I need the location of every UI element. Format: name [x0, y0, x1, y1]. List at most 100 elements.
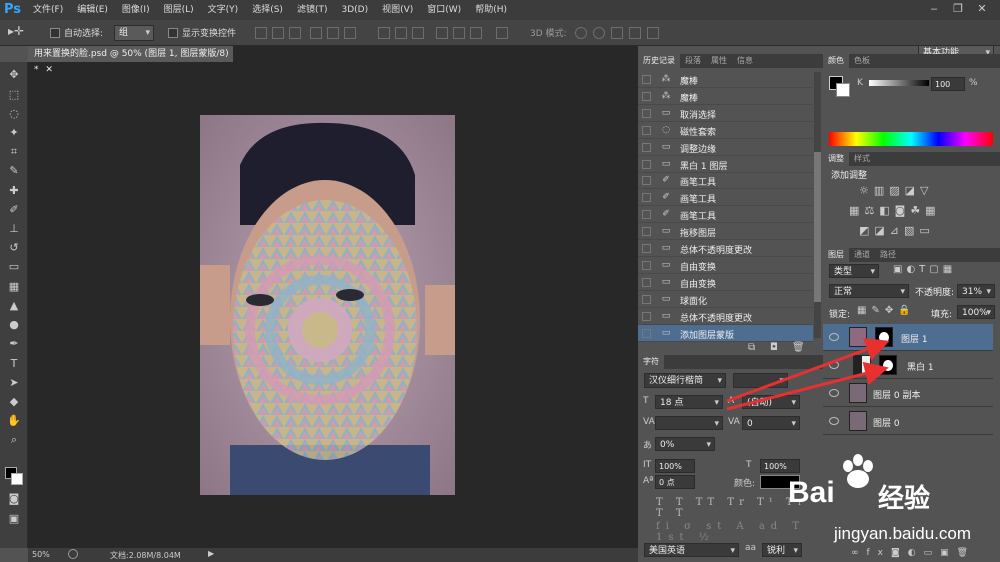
history-item[interactable]: ▭ 取消选择: [638, 105, 813, 122]
type-tool-icon[interactable]: T: [6, 357, 22, 371]
history-checkbox[interactable]: [642, 260, 651, 270]
fill-field[interactable]: 100%: [957, 305, 995, 320]
history-checkbox[interactable]: [642, 227, 651, 237]
zoom-tool-icon[interactable]: ⌕: [6, 433, 22, 447]
history-checkbox[interactable]: [642, 244, 651, 253]
history-item[interactable]: ⁂ 魔棒: [638, 71, 813, 88]
zoom-level[interactable]: 50%: [32, 550, 50, 559]
eyedropper-tool-icon[interactable]: ✎: [6, 164, 22, 178]
align-left-icon[interactable]: [310, 27, 322, 39]
tab-adjustments[interactable]: 调整: [823, 152, 849, 166]
history-item[interactable]: ▭ 总体不透明度更改: [638, 308, 813, 325]
move-tool-icon[interactable]: ✥: [6, 68, 22, 82]
history-item[interactable]: ✐ 画笔工具: [638, 189, 813, 207]
history-item[interactable]: ▭ 球面化: [638, 291, 813, 308]
history-checkbox[interactable]: [642, 176, 651, 186]
distribute-top-icon[interactable]: [378, 27, 390, 39]
visibility-eye-icon[interactable]: [829, 361, 839, 369]
blend-mode-dropdown[interactable]: 正常: [829, 284, 909, 299]
blur-tool-icon[interactable]: ▲: [6, 299, 22, 313]
kerning-field[interactable]: [655, 416, 723, 431]
layer-filter-dropdown[interactable]: 类型: [829, 264, 879, 279]
status-menu-icon[interactable]: ▶: [208, 549, 214, 558]
path-select-tool-icon[interactable]: ➤: [6, 376, 22, 390]
history-checkbox[interactable]: [642, 108, 651, 118]
history-checkbox[interactable]: [642, 142, 651, 152]
align-bottom-icon[interactable]: [289, 27, 301, 39]
leading-field[interactable]: (自动): [742, 395, 800, 410]
history-checkbox[interactable]: [642, 193, 651, 203]
history-item[interactable]: ◌ 磁性套索: [638, 122, 813, 139]
align-top-icon[interactable]: [255, 27, 267, 39]
tab-paragraph[interactable]: 段落: [680, 54, 706, 68]
font-family-dropdown[interactable]: 汉仪细行楷简: [644, 373, 726, 388]
layer-row[interactable]: 图层 0: [823, 408, 993, 435]
adjust-icons-row2[interactable]: ▦⚖◧◙☘▦: [849, 204, 941, 217]
history-checkbox[interactable]: [642, 328, 651, 338]
pen-tool-icon[interactable]: ✒: [6, 337, 22, 351]
history-checkbox[interactable]: [642, 91, 651, 101]
visibility-eye-icon[interactable]: [829, 417, 839, 425]
menu-help[interactable]: 帮助(H): [468, 0, 514, 20]
menu-3d[interactable]: 3D(D): [334, 0, 375, 20]
history-item[interactable]: ✐ 画笔工具: [638, 172, 813, 190]
screen-mode-icon[interactable]: ▣: [6, 512, 22, 526]
history-item[interactable]: ✐ 画笔工具: [638, 206, 813, 224]
tab-properties[interactable]: 属性: [706, 54, 732, 68]
color-bg-swatch[interactable]: [836, 83, 850, 97]
layer-row[interactable]: 图层 0 副本: [823, 380, 993, 407]
menu-window[interactable]: 窗口(W): [420, 0, 468, 20]
tracking-field[interactable]: 0: [742, 416, 800, 431]
layer-mask-thumbnail[interactable]: [879, 355, 897, 375]
menu-layer[interactable]: 图层(L): [157, 0, 201, 20]
show-transform-checkbox[interactable]: [168, 28, 178, 38]
tab-paths[interactable]: 路径: [875, 248, 901, 262]
eraser-tool-icon[interactable]: ▭: [6, 260, 22, 274]
adjust-icons-row1[interactable]: ☼▥▨◪▽: [859, 184, 934, 197]
menu-filter[interactable]: 滤镜(T): [290, 0, 335, 20]
3d-scale-icon[interactable]: [647, 27, 659, 39]
gradient-tool-icon[interactable]: ▦: [6, 280, 22, 294]
history-checkbox[interactable]: [642, 210, 651, 220]
tab-history[interactable]: 历史记录: [638, 54, 680, 68]
history-item[interactable]: ⁂ 魔棒: [638, 88, 813, 105]
dodge-tool-icon[interactable]: ●: [6, 318, 22, 332]
distribute-left-icon[interactable]: [436, 27, 448, 39]
visibility-eye-icon[interactable]: [829, 333, 839, 341]
tab-info[interactable]: 信息: [732, 54, 758, 68]
adjust-icons-row3[interactable]: ◩◪⊿▧▭: [859, 224, 935, 237]
background-color-swatch[interactable]: [11, 473, 23, 485]
crop-tool-icon[interactable]: ⌗: [6, 145, 22, 159]
menu-type[interactable]: 文字(Y): [201, 0, 246, 20]
canvas-image[interactable]: [200, 115, 455, 495]
layer-row[interactable]: 图层 1: [823, 324, 993, 351]
restore-button[interactable]: ❐: [946, 0, 970, 18]
distribute-vcenter-icon[interactable]: [395, 27, 407, 39]
shape-tool-icon[interactable]: ◆: [6, 395, 22, 409]
menu-file[interactable]: 文件(F): [26, 0, 70, 20]
tab-styles[interactable]: 样式: [849, 152, 875, 166]
history-brush-tool-icon[interactable]: ↺: [6, 241, 22, 255]
menu-select[interactable]: 选择(S): [245, 0, 290, 20]
vscale-field[interactable]: 100%: [655, 459, 695, 473]
history-checkbox[interactable]: [642, 277, 651, 287]
minimize-button[interactable]: ‒: [922, 0, 946, 18]
layer-filter-icons[interactable]: ▣◐T▢▦: [893, 264, 956, 275]
quick-mask-icon[interactable]: ◙: [6, 492, 22, 506]
hand-tool-icon[interactable]: ✋: [6, 414, 22, 428]
tab-color[interactable]: 颜色: [823, 54, 849, 68]
menu-edit[interactable]: 编辑(E): [70, 0, 115, 20]
visibility-eye-icon[interactable]: [829, 389, 839, 397]
healing-tool-icon[interactable]: ✚: [6, 184, 22, 198]
history-checkbox[interactable]: [642, 75, 651, 84]
distribute-hcenter-icon[interactable]: [453, 27, 465, 39]
close-doc-icon[interactable]: ✕: [45, 65, 53, 75]
stamp-tool-icon[interactable]: ⊥: [6, 222, 22, 236]
history-item[interactable]: ▭ 黑白 1 图层: [638, 156, 813, 173]
history-checkbox[interactable]: [642, 311, 651, 321]
document-tab[interactable]: 用来置换的脸.psd @ 50% (图层 1, 图层蒙版/8) * ✕: [28, 46, 233, 75]
align-vcenter-icon[interactable]: [272, 27, 284, 39]
lock-icons[interactable]: ▦✎✥🔒: [857, 305, 916, 316]
color-spectrum[interactable]: [829, 132, 993, 146]
font-size-field[interactable]: 18 点: [655, 395, 723, 410]
